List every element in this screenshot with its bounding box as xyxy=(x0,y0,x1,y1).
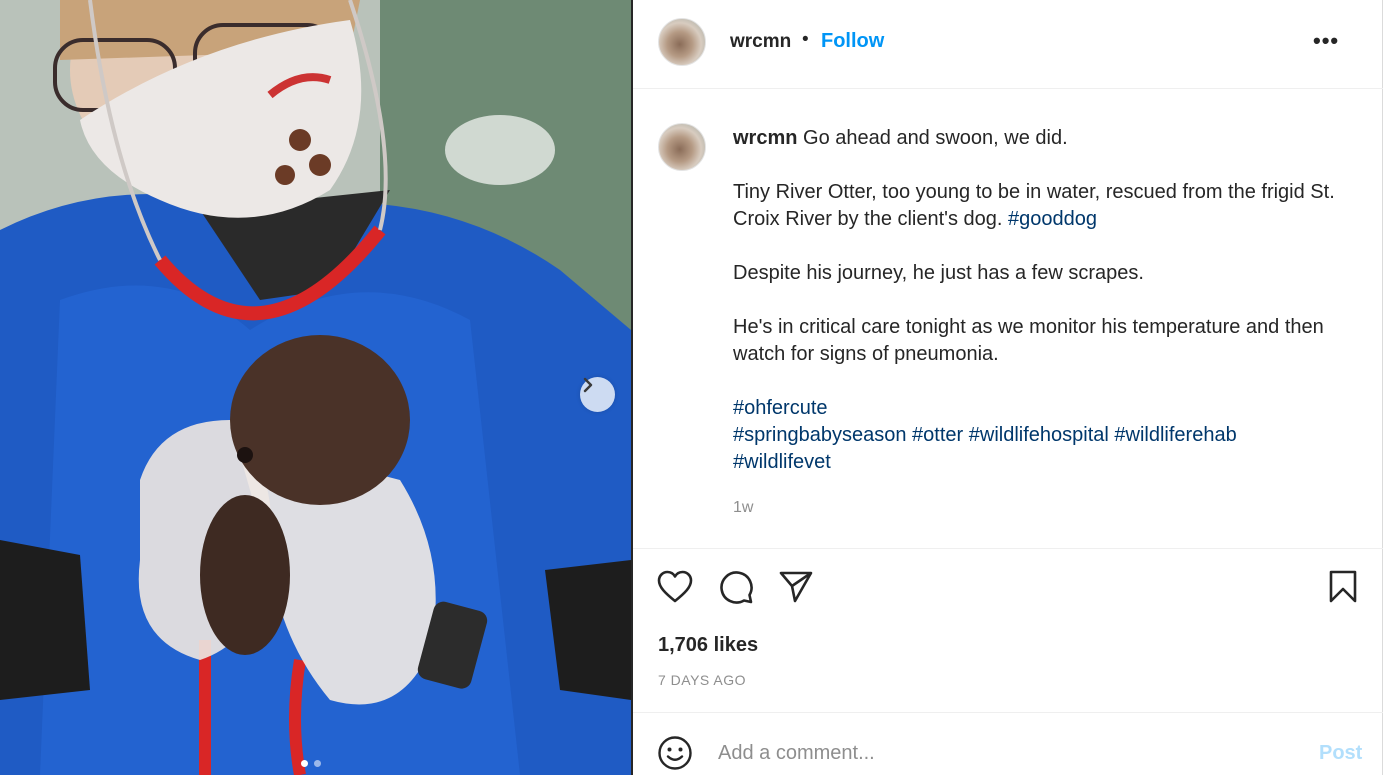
carousel-dot xyxy=(314,760,321,767)
post-media[interactable] xyxy=(0,0,631,775)
caption-first-line: Go ahead and swoon, we did. xyxy=(803,127,1068,149)
post-caption: wrcmn Go ahead and swoon, we did. Tiny R… xyxy=(633,90,1383,549)
comment-button[interactable] xyxy=(716,567,756,607)
hashtag-link[interactable]: #wildlifevet xyxy=(733,451,831,473)
smiley-icon xyxy=(658,736,692,770)
post-photo xyxy=(0,0,631,775)
carousel-next-button[interactable] xyxy=(580,377,615,412)
chevron-right-icon xyxy=(583,377,593,393)
post-date[interactable]: 7 DAYS AGO xyxy=(658,672,746,688)
caption-username[interactable]: wrcmn xyxy=(733,127,797,149)
caption-paragraph-4: He's in critical care tonight as we moni… xyxy=(733,316,1324,365)
hashtag-link[interactable]: #wildliferehab xyxy=(1114,424,1236,446)
hashtag-link[interactable]: #gooddog xyxy=(1008,208,1097,230)
header-username[interactable]: wrcmn xyxy=(730,31,791,53)
comment-bar: Post xyxy=(633,714,1383,775)
post-actions: 1,706 likes 7 DAYS AGO xyxy=(633,550,1383,713)
heart-icon xyxy=(657,570,693,603)
avatar[interactable] xyxy=(658,18,706,66)
caption-first-paragraph: wrcmn Go ahead and swoon, we did. xyxy=(733,125,1363,152)
hashtag-link[interactable]: #otter xyxy=(912,424,963,446)
share-button[interactable] xyxy=(776,567,816,607)
post-comment-button[interactable]: Post xyxy=(1319,742,1362,765)
caption-paragraph-2: Tiny River Otter, too young to be in wat… xyxy=(733,179,1363,233)
post-details-panel: wrcmn • Follow ••• wrcmn Go ahead and sw… xyxy=(633,0,1383,775)
caption-body: wrcmn Go ahead and swoon, we did. Tiny R… xyxy=(733,125,1363,476)
emoji-button[interactable] xyxy=(655,733,695,773)
hashtag-link[interactable]: #ohfercute xyxy=(733,397,828,419)
likes-count[interactable]: 1,706 likes xyxy=(658,634,758,657)
hashtag-link[interactable]: #springbabyseason xyxy=(733,424,906,446)
comment-icon xyxy=(720,571,753,604)
caption-hashtags: #ohfercute #springbabyseason #otter #wil… xyxy=(733,395,1363,476)
paper-plane-icon xyxy=(779,571,813,603)
caption-avatar[interactable] xyxy=(658,123,706,171)
hashtag-link[interactable]: #wildlifehospital xyxy=(969,424,1109,446)
caption-paragraph-3: Despite his journey, he just has a few s… xyxy=(733,262,1144,284)
like-button[interactable] xyxy=(655,567,695,607)
more-options-button[interactable]: ••• xyxy=(1313,28,1339,54)
save-button[interactable] xyxy=(1323,567,1363,607)
follow-button[interactable]: Follow xyxy=(821,30,884,53)
carousel-dot-active xyxy=(301,760,308,767)
carousel-indicator xyxy=(301,760,321,767)
bookmark-icon xyxy=(1329,570,1357,603)
caption-timestamp[interactable]: 1w xyxy=(733,499,753,517)
post-header: wrcmn • Follow ••• xyxy=(633,0,1383,89)
header-separator: • xyxy=(802,29,809,50)
comment-input[interactable] xyxy=(718,738,1278,768)
